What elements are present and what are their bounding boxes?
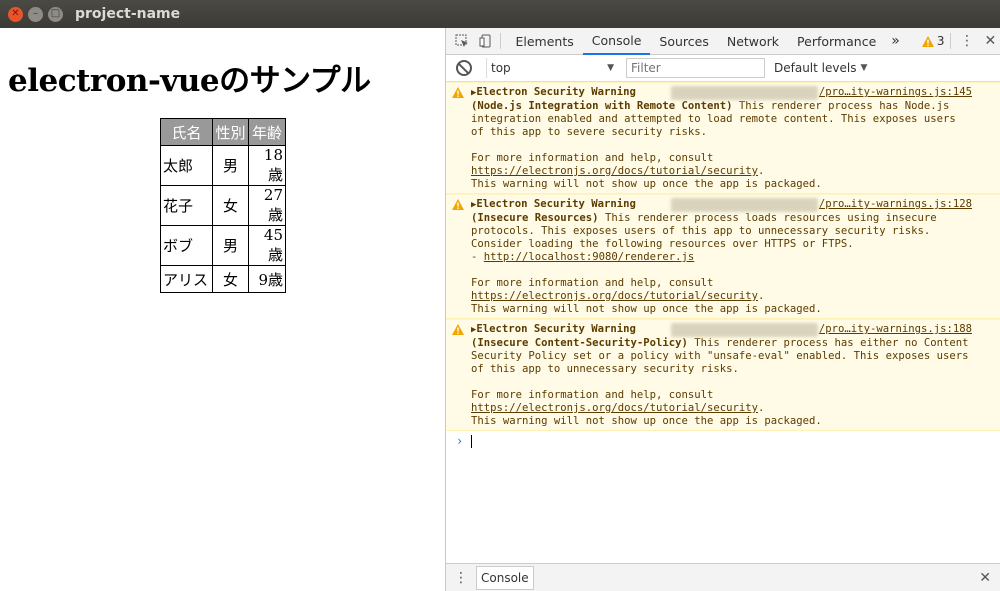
message-footer: This warning will not show up once the a… bbox=[471, 303, 822, 315]
console-warning-message[interactable]: ▶Electron Security Warning /home/user/pr… bbox=[446, 319, 1000, 431]
warning-icon bbox=[452, 199, 464, 210]
filter-input[interactable] bbox=[626, 58, 765, 78]
blurred-path: /home/user/project/node bbox=[671, 86, 818, 100]
table-header-row: 氏名 性別 年齢 bbox=[160, 118, 286, 146]
warning-icon bbox=[452, 87, 464, 98]
console-warning-message[interactable]: ▶Electron Security Warning /home/user/pr… bbox=[446, 82, 1000, 194]
message-source-link[interactable]: /pro…ity-warnings.js:128 bbox=[819, 198, 972, 212]
people-table: 氏名 性別 年齢 太郎 男 18歳 花子 女 27歳 ボブ 男 45歳 アリス … bbox=[160, 118, 286, 293]
drawer-tab-console[interactable]: Console bbox=[476, 565, 534, 590]
resource-prefix: - bbox=[471, 251, 484, 263]
message-source-link[interactable]: /pro…ity-warnings.js:188 bbox=[819, 323, 972, 337]
header-name: 氏名 bbox=[160, 118, 213, 146]
log-levels-label: Default levels bbox=[774, 61, 857, 75]
message-title: Electron Security Warning bbox=[476, 86, 636, 98]
table-row: 花子 女 27歳 bbox=[160, 185, 286, 226]
device-toolbar-icon[interactable] bbox=[478, 32, 494, 50]
tab-sources[interactable]: Sources bbox=[650, 28, 717, 55]
table-row: 太郎 男 18歳 bbox=[160, 145, 286, 186]
tab-network[interactable]: Network bbox=[718, 28, 788, 55]
cell-name: ボブ bbox=[160, 225, 213, 266]
warning-count: 3 bbox=[936, 34, 945, 48]
cell-age: 18歳 bbox=[248, 145, 286, 186]
toolbar-divider bbox=[499, 33, 501, 49]
cell-name: アリス bbox=[160, 265, 213, 293]
cell-age: 27歳 bbox=[248, 185, 286, 226]
window-titlebar: ✕ – □ project-name bbox=[0, 0, 1000, 28]
window-close-button[interactable]: ✕ bbox=[8, 6, 23, 22]
drawer-menu-icon[interactable]: ⋮ bbox=[446, 570, 476, 586]
log-levels-dropdown[interactable]: Default levels ▼ bbox=[774, 61, 867, 75]
console-prompt[interactable]: › bbox=[446, 431, 1000, 451]
app-content: electron-vueのサンプル 氏名 性別 年齢 太郎 男 18歳 花子 女… bbox=[0, 28, 445, 591]
message-subtitle: (Insecure Resources) bbox=[471, 212, 599, 224]
cell-gender: 女 bbox=[212, 265, 249, 293]
context-selector[interactable]: top ▼ bbox=[486, 58, 618, 78]
chevron-down-icon: ▼ bbox=[860, 63, 868, 73]
console-messages: ▶Electron Security Warning /home/user/pr… bbox=[446, 82, 1000, 451]
context-value: top bbox=[491, 61, 511, 75]
tab-elements[interactable]: Elements bbox=[507, 28, 583, 55]
chevron-down-icon: ▼ bbox=[607, 63, 614, 73]
devtools-drawer: ⋮ Console ✕ bbox=[446, 563, 1000, 591]
message-help: For more information and help, consult bbox=[471, 152, 720, 164]
help-link[interactable]: https://electronjs.org/docs/tutorial/sec… bbox=[471, 290, 758, 302]
console-toolbar: top ▼ Default levels ▼ bbox=[446, 55, 1000, 82]
cell-age: 45歳 bbox=[248, 225, 286, 266]
message-title: Electron Security Warning bbox=[476, 323, 636, 335]
tab-console[interactable]: Console bbox=[582, 28, 651, 55]
warning-icon bbox=[921, 35, 934, 47]
table-row: ボブ 男 45歳 bbox=[160, 225, 286, 266]
message-subtitle: (Insecure Content-Security-Policy) bbox=[471, 337, 688, 349]
cell-gender: 男 bbox=[212, 145, 249, 186]
window-maximize-button[interactable]: □ bbox=[48, 6, 63, 22]
resource-link[interactable]: http://localhost:9080/renderer.js bbox=[484, 251, 694, 263]
message-footer: This warning will not show up once the a… bbox=[471, 415, 822, 427]
drawer-close-icon[interactable]: ✕ bbox=[979, 570, 991, 586]
blurred-path: /home/user/project/node bbox=[671, 323, 818, 337]
tab-performance[interactable]: Performance bbox=[788, 28, 885, 55]
more-tabs-button[interactable]: » bbox=[885, 33, 906, 49]
header-gender: 性別 bbox=[212, 118, 249, 146]
kebab-menu-icon[interactable]: ⋮ bbox=[957, 33, 976, 49]
console-warning-message[interactable]: ▶Electron Security Warning /home/user/pr… bbox=[446, 194, 1000, 319]
cell-name: 太郎 bbox=[160, 145, 213, 186]
page-title: electron-vueのサンプル bbox=[8, 63, 371, 99]
devtools-tabbar: Elements Console Sources Network Perform… bbox=[446, 28, 1000, 55]
warning-icon bbox=[452, 324, 464, 335]
clear-console-icon[interactable] bbox=[456, 60, 472, 76]
cell-age: 9歳 bbox=[248, 265, 286, 293]
help-link[interactable]: https://electronjs.org/docs/tutorial/sec… bbox=[471, 165, 758, 177]
message-footer: This warning will not show up once the a… bbox=[471, 178, 822, 190]
blurred-path: /home/user/project/node bbox=[671, 198, 818, 212]
inspect-element-icon[interactable] bbox=[454, 32, 470, 50]
devtools-panel: Elements Console Sources Network Perform… bbox=[445, 28, 1000, 591]
chevron-right-icon: › bbox=[456, 433, 464, 448]
message-subtitle: (Node.js Integration with Remote Content… bbox=[471, 100, 733, 112]
table-row: アリス 女 9歳 bbox=[160, 265, 286, 293]
devtools-close-icon[interactable]: ✕ bbox=[981, 33, 1000, 49]
cell-gender: 女 bbox=[212, 185, 249, 226]
warning-counter[interactable]: 3 bbox=[921, 34, 945, 48]
window-minimize-button[interactable]: – bbox=[28, 6, 43, 22]
message-help: For more information and help, consult bbox=[471, 277, 720, 289]
cell-gender: 男 bbox=[212, 225, 249, 266]
message-help: For more information and help, consult bbox=[471, 389, 720, 401]
help-link[interactable]: https://electronjs.org/docs/tutorial/sec… bbox=[471, 402, 758, 414]
text-caret bbox=[471, 434, 473, 448]
window-title: project-name bbox=[75, 6, 181, 22]
toolbar-divider bbox=[950, 33, 952, 49]
header-age: 年齢 bbox=[248, 118, 286, 146]
message-source-link[interactable]: /pro…ity-warnings.js:145 bbox=[819, 86, 972, 100]
cell-name: 花子 bbox=[160, 185, 213, 226]
message-title: Electron Security Warning bbox=[476, 198, 636, 210]
